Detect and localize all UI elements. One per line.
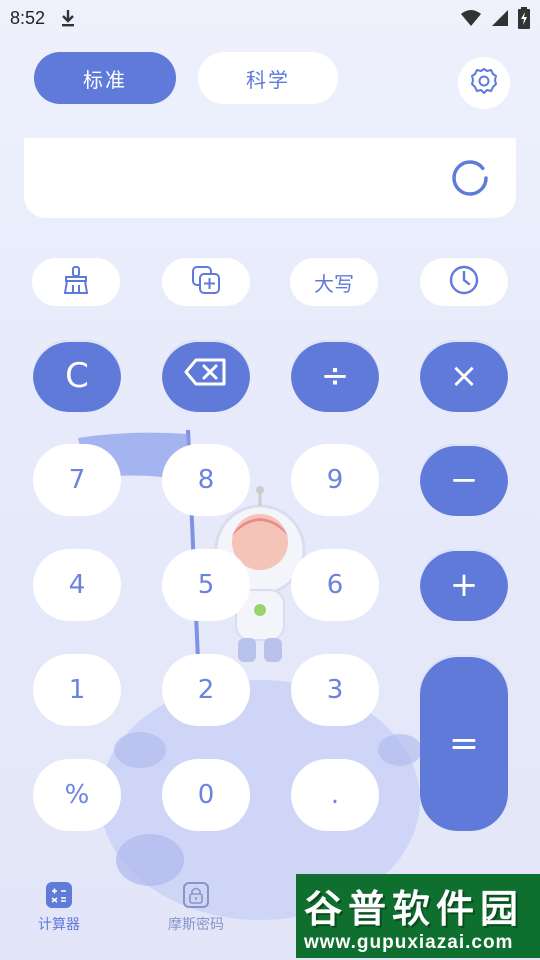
copy-add-icon [191,265,221,300]
key-5[interactable]: 5 [162,549,250,621]
minus-key[interactable]: − [420,444,508,516]
equals-key-label: = [448,722,480,764]
percent-key-label: % [64,780,90,810]
key-2[interactable]: 2 [162,654,250,726]
result-display [24,138,516,218]
key-8-label: 8 [197,465,215,495]
plus-key[interactable]: + [420,549,508,621]
site-watermark: 谷普软件园 www.gupuxiazai.com [296,874,540,958]
key-6[interactable]: 6 [291,549,379,621]
download-icon [59,8,77,28]
key-7[interactable]: 7 [33,444,121,516]
key-9[interactable]: 9 [291,444,379,516]
nav-morse-code-label: 摩斯密码 [168,917,224,933]
percent-key[interactable]: % [33,759,121,831]
equals-key[interactable]: = [420,655,508,831]
clear-history-button[interactable] [32,258,120,306]
key-0-label: 0 [197,780,215,810]
wifi-icon [460,9,482,27]
key-2-label: 2 [197,675,215,705]
astronaut-illustration [78,429,422,920]
gear-icon [469,66,499,100]
key-3-label: 3 [326,675,344,705]
lock-icon [183,882,209,908]
tab-standard-label: 标准 [83,67,127,92]
tab-scientific[interactable]: 科学 [198,52,338,104]
multiply-key-label: × [449,356,479,396]
uppercase-button[interactable]: 大写 [290,258,378,306]
backspace-icon [184,356,228,396]
key-6-label: 6 [326,570,344,600]
multiply-key[interactable]: × [420,340,508,412]
key-1-label: 1 [68,675,86,705]
key-8[interactable]: 8 [162,444,250,516]
tab-standard[interactable]: 标准 [34,52,176,104]
clear-key[interactable]: C [33,340,121,412]
key-0[interactable]: 0 [162,759,250,831]
status-time: 8:52 [10,7,46,28]
key-1[interactable]: 1 [33,654,121,726]
key-4-label: 4 [68,570,86,600]
broom-icon [61,265,91,300]
key-9-label: 9 [326,465,344,495]
watermark-url: www.gupuxiazai.com [304,932,514,953]
status-bar: 8:52 [0,0,540,36]
signal-icon [490,9,510,27]
divide-key[interactable]: ÷ [291,340,379,412]
plus-key-label: + [449,565,479,605]
uppercase-label: 大写 [314,271,354,296]
loading-ring-icon [450,158,490,202]
clear-key-label: C [65,356,89,396]
backspace-key[interactable] [162,340,250,412]
key-5-label: 5 [197,570,215,600]
key-3[interactable]: 3 [291,654,379,726]
history-button[interactable] [420,258,508,306]
decimal-point-label: . [330,780,340,810]
calculator-icon [46,882,72,908]
key-4[interactable]: 4 [33,549,121,621]
settings-button[interactable] [458,57,510,109]
clock-icon [448,264,480,301]
nav-calculator-label: 计算器 [38,917,80,933]
decimal-point-key[interactable]: . [291,759,379,831]
copy-button[interactable] [162,258,250,306]
watermark-title: 谷普软件园 [304,886,525,931]
key-7-label: 7 [68,465,86,495]
minus-key-label: − [449,460,479,500]
nav-calculator[interactable]: 计算器 [38,882,80,934]
battery-charging-icon [518,7,530,29]
nav-morse-code[interactable]: 摩斯密码 [168,882,224,934]
tab-scientific-label: 科学 [246,67,290,92]
divide-key-label: ÷ [320,356,350,396]
